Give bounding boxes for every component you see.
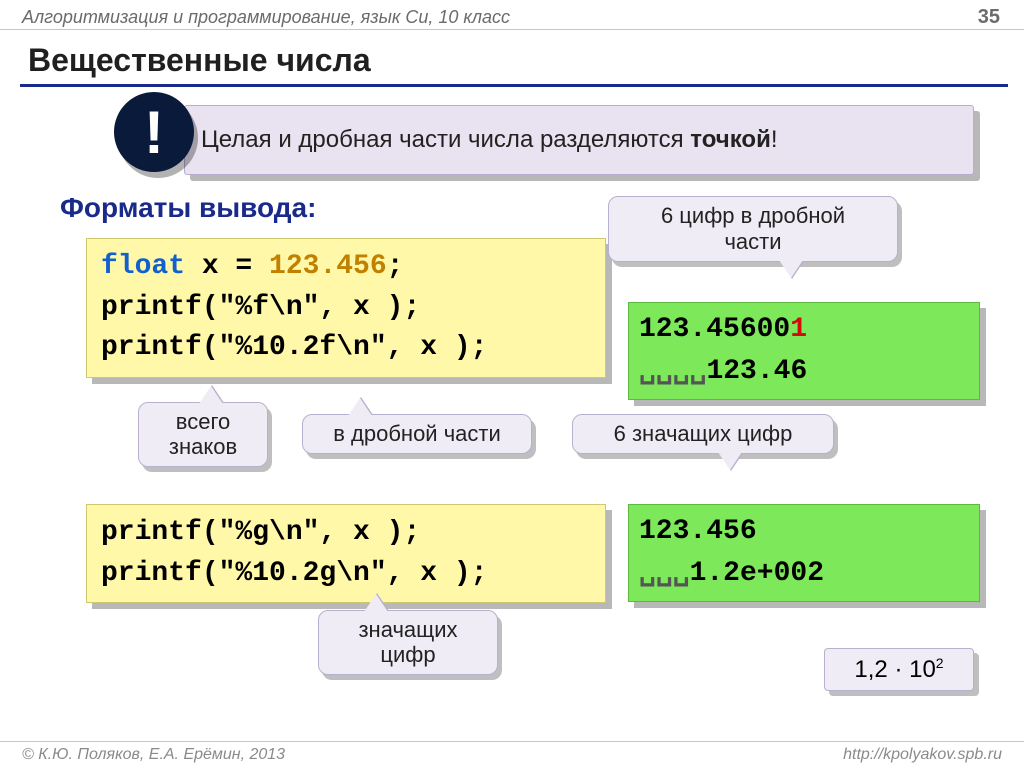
- note-strong: точкой: [690, 126, 771, 153]
- footer-url: http://kpolyakov.spb.ru: [843, 746, 1002, 764]
- note-callout: Целая и дробная части числа разделяются …: [184, 105, 974, 175]
- math-note: 1,2 · 102: [824, 648, 974, 691]
- tooltip-fraction-part: в дробной части: [302, 414, 532, 454]
- code-line: printf("%g\n", x );: [101, 517, 420, 548]
- code-line: printf("%10.2g\n", x );: [101, 558, 487, 589]
- note-excl: !: [771, 126, 778, 153]
- number-literal: 123.456: [269, 251, 387, 282]
- tooltip-significant-digits: значащих цифр: [318, 610, 498, 675]
- tooltip-total-width: всего знаков: [138, 402, 268, 467]
- leading-spaces: ␣␣␣␣: [639, 356, 706, 387]
- exclamation-icon: !: [114, 92, 194, 172]
- note-text: Целая и дробная части числа разделяются: [201, 126, 690, 153]
- header: Алгоритмизация и программирование, язык …: [0, 0, 1024, 30]
- copyright: © К.Ю. Поляков, Е.А. Ерёмин, 2013: [22, 746, 285, 764]
- tooltip-fraction-digits: 6 цифр в дробной части: [608, 196, 898, 262]
- title-underline: [20, 84, 1008, 87]
- highlight-digit: 1: [790, 314, 807, 345]
- output-block-2: 123.456 ␣␣␣1.2e+002: [628, 504, 980, 602]
- page-title: Вещественные числа: [28, 42, 371, 79]
- course-title: Алгоритмизация и программирование, язык …: [22, 7, 510, 28]
- leading-spaces: ␣␣␣: [639, 558, 690, 589]
- code-block-2: printf("%g\n", x ); printf("%10.2g\n", x…: [86, 504, 606, 603]
- section-subhead: Форматы вывода:: [60, 192, 316, 224]
- code-block-1: float x = 123.456; printf("%f\n", x ); p…: [86, 238, 606, 378]
- tooltip-significant-6: 6 значащих цифр: [572, 414, 834, 454]
- footer: © К.Ю. Поляков, Е.А. Ерёмин, 2013 http:/…: [0, 742, 1024, 768]
- code-line: printf("%10.2f\n", x );: [101, 332, 487, 363]
- keyword: float: [101, 251, 185, 282]
- page-number: 35: [978, 6, 1000, 29]
- output-block-1: 123.456001 ␣␣␣␣123.46: [628, 302, 980, 400]
- code-line: printf("%f\n", x );: [101, 292, 420, 323]
- slide: Алгоритмизация и программирование, язык …: [0, 0, 1024, 768]
